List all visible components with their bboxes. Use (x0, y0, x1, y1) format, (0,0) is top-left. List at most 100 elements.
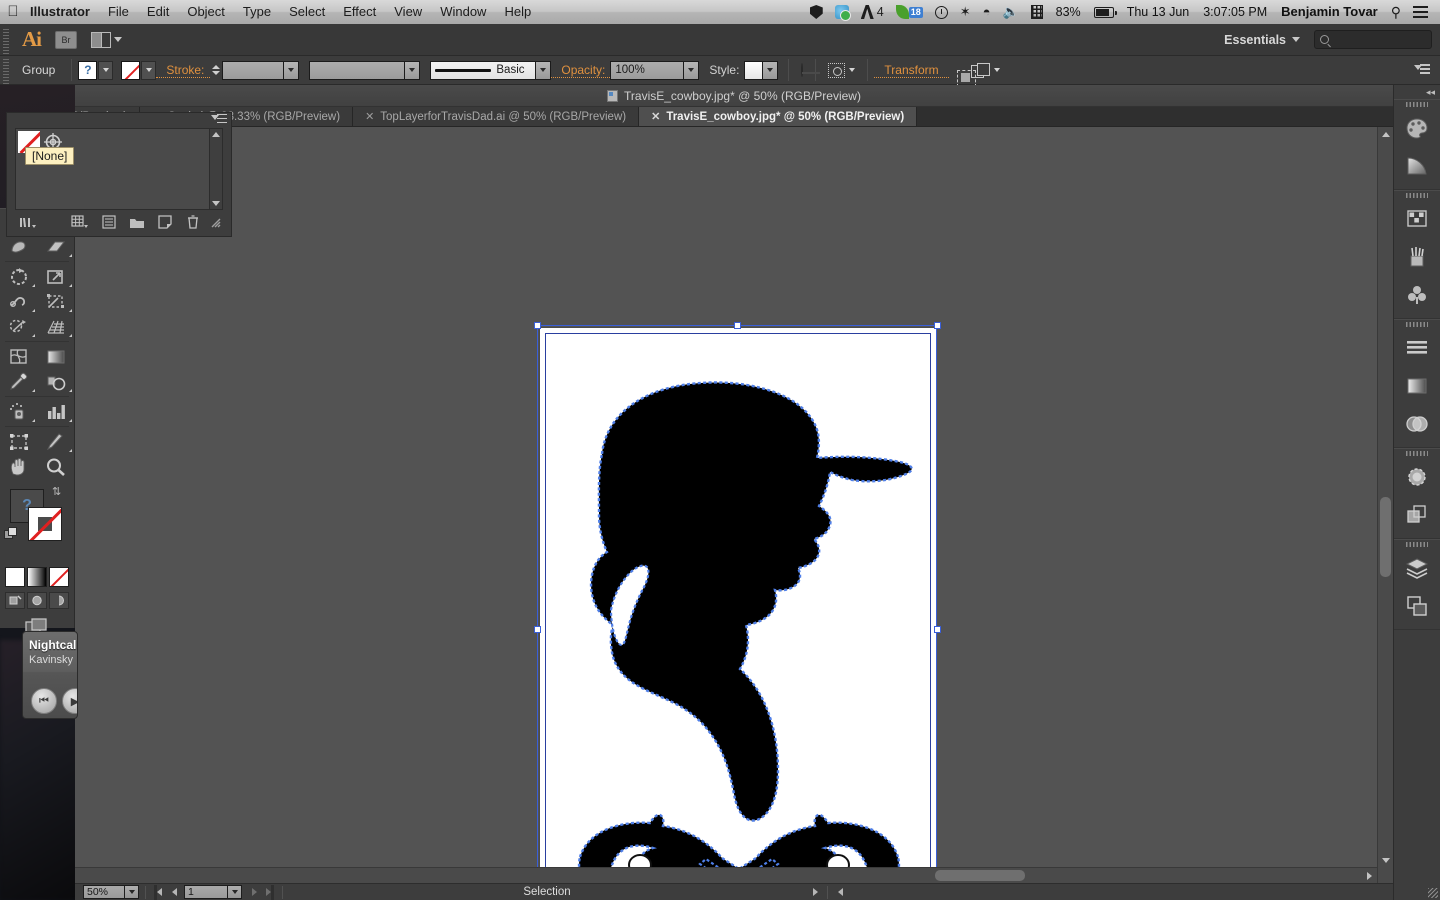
wifi-icon[interactable]: ◓ (977, 0, 997, 24)
status-menu-button[interactable] (807, 885, 823, 900)
canvas-area[interactable] (75, 127, 1377, 883)
zoom-level-field[interactable]: 50% (83, 885, 125, 899)
scroll-up-button[interactable] (1378, 127, 1394, 141)
menu-type[interactable]: Type (234, 0, 280, 24)
draw-behind-button[interactable] (27, 592, 47, 609)
menu-object[interactable]: Object (178, 0, 234, 24)
color-guide-panel-icon[interactable] (1394, 147, 1440, 185)
panel-menu-icon[interactable] (211, 113, 227, 126)
tool-mesh[interactable] (0, 344, 37, 369)
none-mode-button[interactable] (49, 567, 69, 587)
selection-handle-mr[interactable] (934, 626, 941, 633)
selection-handle-tc[interactable] (734, 322, 741, 329)
stroke-weight-control[interactable] (210, 60, 300, 80)
new-brush-folder-icon[interactable] (123, 216, 151, 229)
dock-group-grip[interactable] (1394, 540, 1440, 549)
brush-options-icon[interactable] (95, 215, 123, 229)
opacity-label[interactable]: Opacity: (551, 63, 611, 78)
notification-center-icon[interactable] (1407, 6, 1434, 18)
tool-column-graph[interactable] (37, 399, 74, 424)
menu-select[interactable]: Select (280, 0, 334, 24)
transform-link[interactable]: Transform (874, 63, 949, 78)
tool-shape-builder[interactable] (0, 314, 37, 339)
scroll-right-button[interactable] (1361, 868, 1377, 884)
menu-file[interactable]: File (99, 0, 138, 24)
artboard-number-control[interactable]: 1 (184, 885, 242, 899)
opacity-dropdown[interactable] (684, 60, 700, 80)
stroke-weight-dropdown[interactable] (284, 60, 300, 80)
appearance-panel-icon[interactable] (1394, 458, 1440, 496)
stroke-weight-stepper[interactable] (210, 60, 223, 80)
control-bar-grip[interactable] (0, 55, 12, 85)
stroke-color-box[interactable] (28, 507, 62, 541)
workspace-switcher[interactable]: Essentials (1218, 30, 1306, 50)
zoom-dropdown[interactable] (125, 885, 139, 899)
artboards-panel-icon[interactable] (1394, 587, 1440, 625)
selection-handle-tr[interactable] (934, 322, 941, 329)
tool-hand[interactable] (0, 454, 37, 479)
brush-libraries-menu-icon[interactable] (15, 215, 41, 229)
brushes-panel-scrollbar[interactable] (209, 129, 222, 209)
expand-panels-button[interactable]: ◂◂ (1394, 85, 1440, 99)
play-button[interactable]: ▶ (62, 688, 77, 714)
brush-definition-dropdown[interactable] (536, 60, 552, 80)
bluetooth-icon[interactable]: ✶ (954, 0, 977, 24)
selection-bounding-box[interactable] (537, 325, 937, 883)
illustrator-menu-icon[interactable]: 4 (855, 0, 890, 24)
opacity-control[interactable]: 100% (610, 60, 700, 80)
graphic-style-dropdown[interactable] (763, 60, 779, 80)
tool-scale[interactable] (37, 264, 74, 289)
tool-perspective-grid[interactable] (37, 314, 74, 339)
tool-gradient[interactable] (37, 344, 74, 369)
document-tab-3[interactable]: ✕ TopLayerforTravisDad.ai @ 50% (RGB/Pre… (353, 107, 640, 126)
dock-resize-grip[interactable] (1428, 888, 1438, 898)
brush-definition-field[interactable]: Basic (430, 60, 537, 80)
brushes-panel-icon[interactable] (1394, 238, 1440, 276)
stroke-dropdown-button[interactable] (141, 60, 157, 80)
stroke-profile-dropdown[interactable] (405, 60, 421, 80)
draw-normal-button[interactable] (5, 592, 25, 609)
dock-group-grip[interactable] (1394, 191, 1440, 200)
stroke-color-control[interactable] (121, 60, 157, 80)
new-brush-icon[interactable] (151, 215, 179, 229)
volume-icon[interactable]: 🔈 (996, 0, 1024, 24)
fill-color-control[interactable]: ? (78, 60, 114, 80)
tool-slice[interactable] (37, 429, 74, 454)
selection-handle-ml[interactable] (534, 626, 541, 633)
default-fill-stroke-icon[interactable] (4, 527, 17, 540)
shield-icon[interactable] (804, 5, 829, 19)
transparency-panel-icon[interactable] (1394, 405, 1440, 443)
timemachine-icon[interactable] (929, 5, 954, 19)
selection-handle-tl[interactable] (534, 322, 541, 329)
gradient-mode-button[interactable] (27, 567, 47, 587)
previous-artboard-button[interactable] (166, 885, 182, 900)
battery-icon[interactable] (1088, 6, 1120, 18)
stroke-panel-icon[interactable] (1394, 329, 1440, 367)
color-mode-button[interactable] (5, 567, 25, 587)
select-similar-button[interactable] (828, 62, 856, 78)
music-player-widget[interactable]: Nightcall Kavinsky ⏮ ▶ (22, 631, 78, 719)
tool-eyedropper[interactable] (0, 369, 37, 394)
previous-track-button[interactable]: ⏮ (31, 688, 57, 714)
stroke-weight-label[interactable]: Stroke: (156, 63, 211, 78)
tool-blob-brush[interactable] (0, 234, 37, 259)
canvas-vertical-scrollbar[interactable] (1377, 127, 1393, 883)
stroke-weight-field[interactable] (222, 60, 285, 80)
tool-blend[interactable] (37, 369, 74, 394)
evernote-icon[interactable]: 18 (890, 5, 929, 19)
menu-effect[interactable]: Effect (334, 0, 385, 24)
horizontal-scroll-thumb[interactable] (935, 870, 1025, 881)
vertical-scroll-thumb[interactable] (1380, 497, 1391, 577)
menubar-time[interactable]: 3:07:05 PM (1196, 0, 1274, 24)
apple-logo-icon[interactable]:  (0, 0, 26, 24)
artboard-dropdown[interactable] (228, 885, 242, 899)
menubar-app-name[interactable]: Illustrator (26, 0, 99, 24)
dropbox-icon[interactable] (829, 5, 855, 21)
graphic-style-swatch[interactable] (744, 60, 764, 80)
color-panel-icon[interactable] (1394, 109, 1440, 147)
libraries-panel-icon[interactable] (65, 215, 95, 229)
artboard-number-field[interactable]: 1 (184, 885, 228, 899)
graphic-style-control[interactable] (744, 60, 779, 80)
layers-panel-icon[interactable] (1394, 549, 1440, 587)
dock-group-grip[interactable] (1394, 449, 1440, 458)
